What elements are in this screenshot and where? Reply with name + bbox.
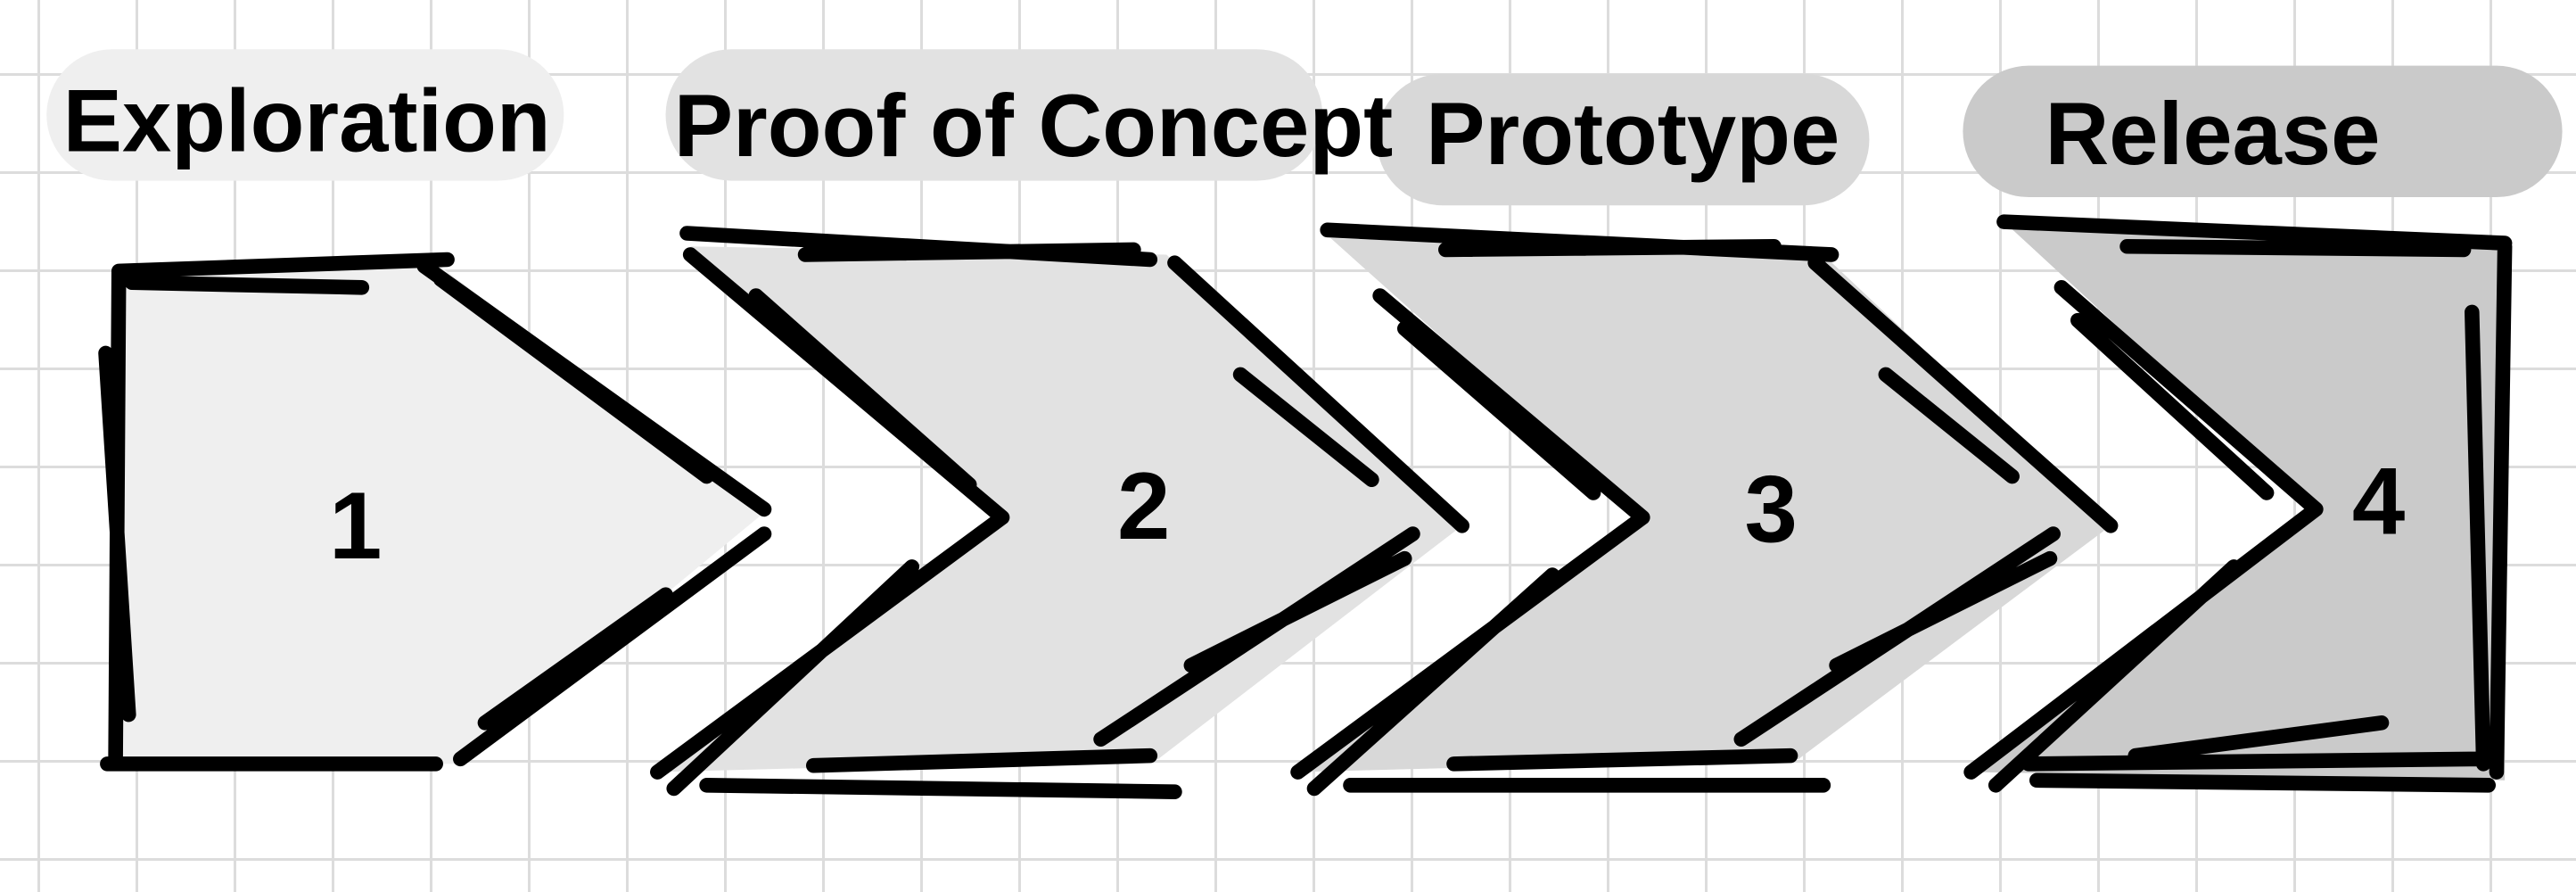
stage-number-3: 3 bbox=[1744, 456, 1797, 563]
stage-label-4: Release bbox=[2045, 85, 2380, 184]
grid-canvas: Exploration Proof of Concept Prototype R… bbox=[0, 0, 2576, 892]
stage-number-4: 4 bbox=[2352, 448, 2405, 555]
stage-label-3: Prototype bbox=[1426, 85, 1839, 184]
stage-number-2: 2 bbox=[1117, 452, 1170, 559]
stage-shape-1 bbox=[115, 262, 765, 764]
process-diagram: Exploration Proof of Concept Prototype R… bbox=[46, 49, 2563, 799]
stage-number-1: 1 bbox=[329, 472, 382, 579]
stage-label-2: Proof of Concept bbox=[674, 77, 1393, 176]
stage-label-1: Exploration bbox=[63, 71, 551, 170]
